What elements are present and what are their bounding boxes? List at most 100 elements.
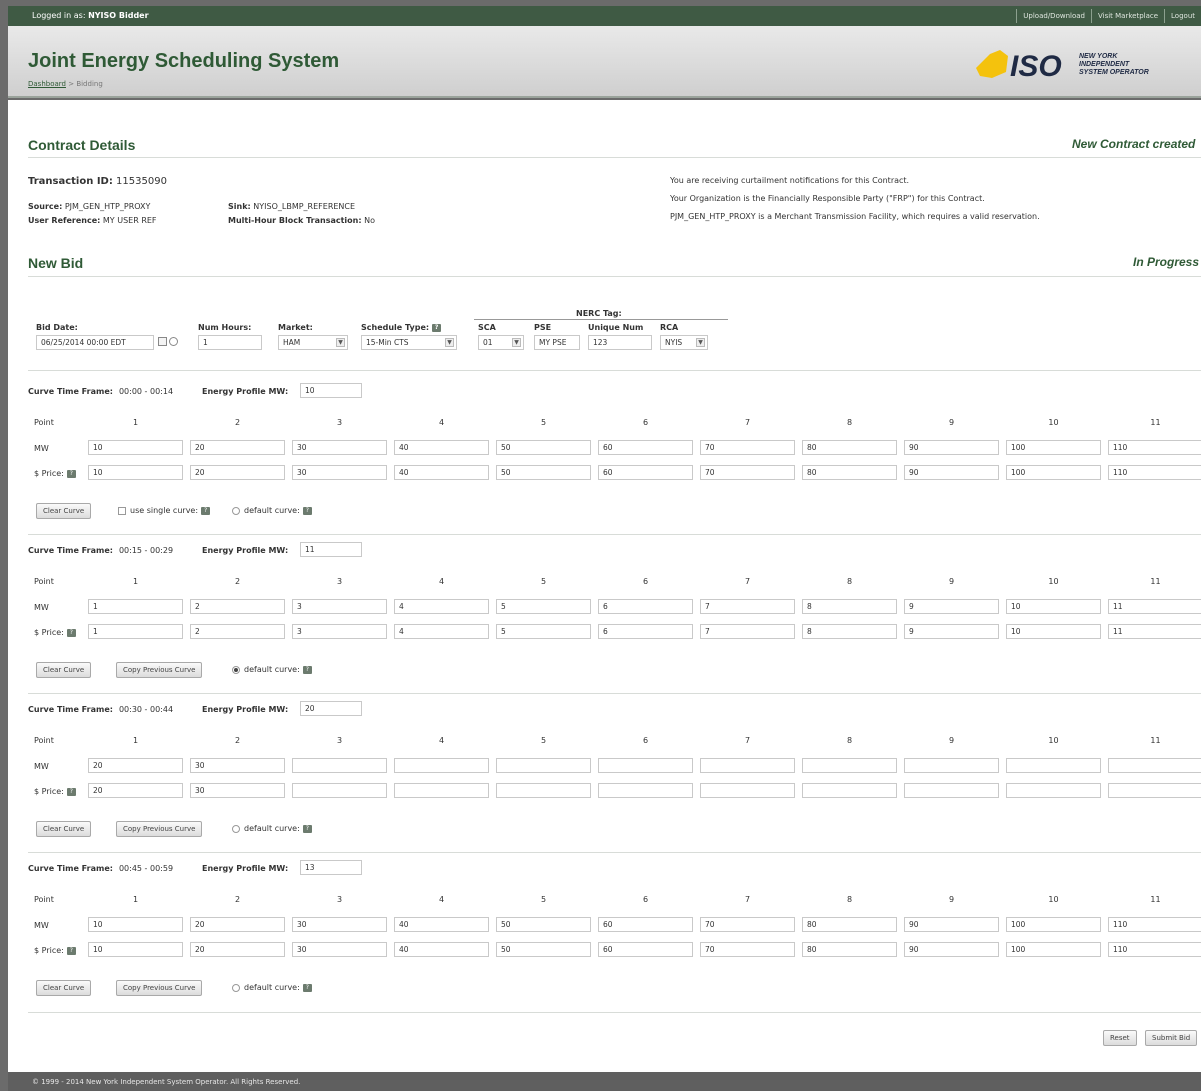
mw-input[interactable]: 10 [88,917,183,932]
price-input[interactable] [598,783,693,798]
price-input[interactable]: 20 [88,783,183,798]
price-input[interactable]: 30 [190,783,285,798]
mw-input[interactable]: 2 [190,599,285,614]
default-curve-option[interactable]: default curve:? [232,983,312,992]
help-icon[interactable]: ? [302,983,312,992]
energy-profile-field[interactable]: 11 [300,542,362,557]
price-input[interactable]: 10 [1006,624,1101,639]
mw-input[interactable]: 10 [88,440,183,455]
price-input[interactable]: 40 [394,465,489,480]
help-icon[interactable]: ? [432,323,442,332]
dropdown-arrow-icon[interactable]: ▼ [512,338,521,347]
copy-previous-curve-button[interactable]: Copy Previous Curve [116,980,203,996]
copy-previous-curve-button[interactable]: Copy Previous Curve [116,821,203,837]
price-input[interactable]: 4 [394,624,489,639]
price-input[interactable]: 60 [598,465,693,480]
price-input[interactable]: 6 [598,624,693,639]
clear-curve-button[interactable]: Clear Curve [36,662,92,678]
price-input[interactable]: 20 [190,465,285,480]
help-icon[interactable]: ? [66,469,76,478]
mw-input[interactable]: 1 [88,599,183,614]
price-input[interactable]: 5 [496,624,591,639]
mw-input[interactable]: 40 [394,440,489,455]
default-curve-option[interactable]: default curve:? [232,824,312,833]
mw-input[interactable] [394,758,489,773]
price-input[interactable]: 80 [802,942,897,957]
mw-input[interactable]: 10 [1006,599,1101,614]
mw-input[interactable]: 90 [904,917,999,932]
rca-select[interactable]: NYIS ▼ [660,335,708,350]
clock-icon[interactable] [169,337,178,346]
mw-input[interactable]: 100 [1006,917,1101,932]
mw-input[interactable]: 30 [190,758,285,773]
market-select[interactable]: HAM ▼ [278,335,348,350]
mw-input[interactable]: 50 [496,917,591,932]
price-input[interactable]: 1 [88,624,183,639]
price-input[interactable]: 40 [394,942,489,957]
visit-marketplace-link[interactable]: Visit Marketplace [1090,9,1164,23]
mw-input[interactable] [292,758,387,773]
price-input[interactable]: 30 [292,942,387,957]
price-input[interactable]: 90 [904,942,999,957]
price-input[interactable]: 110 [1108,942,1201,957]
help-icon[interactable]: ? [302,665,312,674]
mw-input[interactable]: 3 [292,599,387,614]
mw-input[interactable] [1006,758,1101,773]
mw-input[interactable]: 30 [292,440,387,455]
mw-input[interactable]: 11 [1108,599,1201,614]
default-curve-radio[interactable] [232,824,240,833]
price-input[interactable]: 30 [292,465,387,480]
price-input[interactable]: 8 [802,624,897,639]
single-curve-checkbox[interactable] [118,506,126,515]
price-input[interactable]: 7 [700,624,795,639]
price-input[interactable] [700,783,795,798]
price-input[interactable] [1006,783,1101,798]
mw-input[interactable]: 9 [904,599,999,614]
help-icon[interactable]: ? [66,628,76,637]
price-input[interactable] [394,783,489,798]
clear-curve-button[interactable]: Clear Curve [36,980,92,996]
sca-select[interactable]: 01 ▼ [478,335,524,350]
mw-input[interactable]: 6 [598,599,693,614]
price-input[interactable]: 60 [598,942,693,957]
mw-input[interactable]: 60 [598,917,693,932]
mw-input[interactable]: 50 [496,440,591,455]
mw-input[interactable] [1108,758,1201,773]
mw-input[interactable]: 80 [802,440,897,455]
price-input[interactable]: 70 [700,465,795,480]
default-curve-radio[interactable] [232,983,240,992]
price-input[interactable] [802,783,897,798]
price-input[interactable] [292,783,387,798]
price-input[interactable]: 10 [88,465,183,480]
mw-input[interactable]: 20 [190,440,285,455]
help-icon[interactable]: ? [66,946,76,955]
mw-input[interactable] [598,758,693,773]
calendar-icon[interactable] [158,337,167,346]
help-icon[interactable]: ? [66,787,76,796]
dropdown-arrow-icon[interactable]: ▼ [445,338,454,347]
help-icon[interactable]: ? [201,506,211,515]
energy-profile-field[interactable]: 10 [300,383,362,398]
price-input[interactable]: 80 [802,465,897,480]
mw-input[interactable]: 5 [496,599,591,614]
dropdown-arrow-icon[interactable]: ▼ [336,338,345,347]
num-hours-field[interactable]: 1 [198,335,262,350]
mw-input[interactable]: 110 [1108,917,1201,932]
pse-field[interactable]: MY PSE [534,335,580,350]
price-input[interactable]: 90 [904,465,999,480]
price-input[interactable]: 70 [700,942,795,957]
breadcrumb-dashboard[interactable]: Dashboard [28,80,66,88]
clear-curve-button[interactable]: Clear Curve [36,503,92,519]
bid-date-field[interactable]: 06/25/2014 00:00 EDT [36,335,154,350]
mw-input[interactable]: 30 [292,917,387,932]
mw-input[interactable]: 70 [700,440,795,455]
price-input[interactable]: 50 [496,465,591,480]
mw-input[interactable]: 70 [700,917,795,932]
price-input[interactable]: 11 [1108,624,1201,639]
mw-input[interactable]: 20 [190,917,285,932]
mw-input[interactable] [802,758,897,773]
price-input[interactable]: 100 [1006,465,1101,480]
price-input[interactable] [496,783,591,798]
logout-link[interactable]: Logout [1164,9,1201,23]
mw-input[interactable]: 60 [598,440,693,455]
